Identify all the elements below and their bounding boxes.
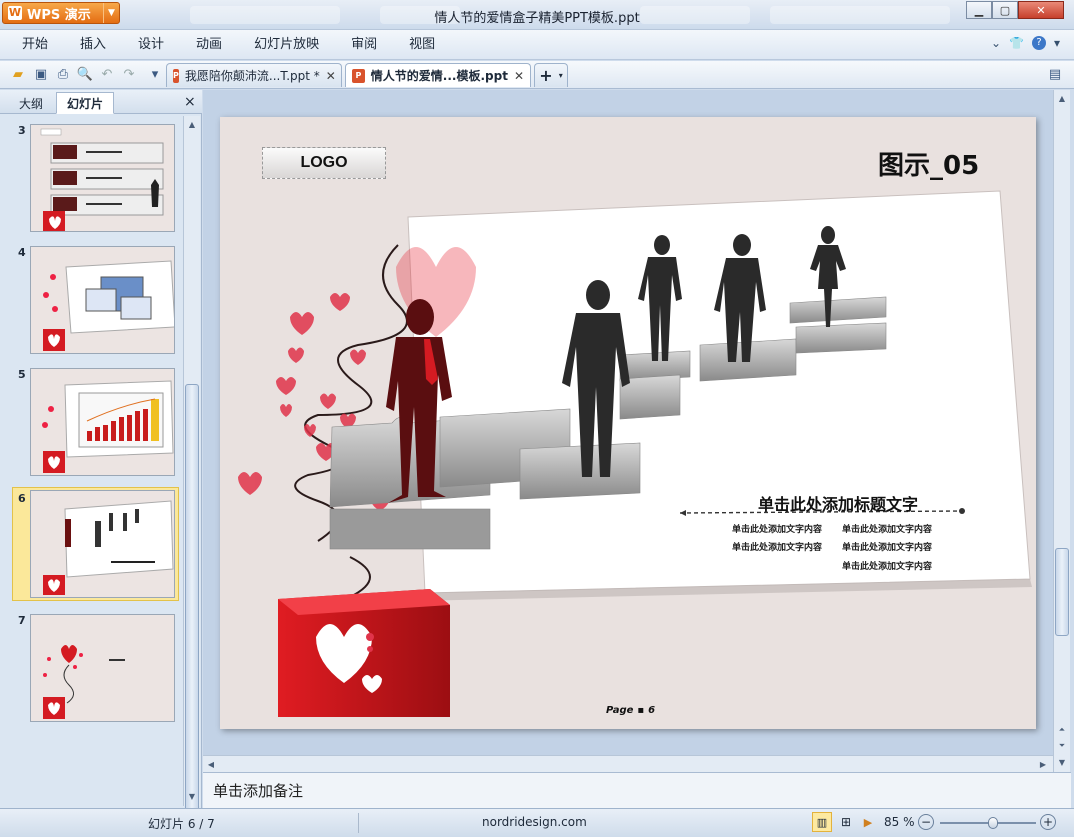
close-icon[interactable]: ✕	[326, 69, 336, 83]
app-name: WPS 演示	[27, 7, 91, 23]
wps-logo-icon: W	[8, 6, 22, 20]
print-icon[interactable]: ⎙	[54, 65, 72, 83]
pane-tabs: 大纲 幻灯片 ×	[0, 90, 202, 114]
theme-name: nordridesign.com	[482, 815, 587, 829]
zoom-level: 85 %	[884, 815, 915, 829]
plus-icon: +	[539, 66, 553, 85]
background-window-tab	[380, 6, 460, 24]
zoom-slider-thumb[interactable]	[987, 817, 998, 829]
chevron-down-icon[interactable]: ▾	[1054, 36, 1060, 50]
notes-input[interactable]: 单击添加备注	[203, 772, 1071, 808]
slide-thumbnail-4[interactable]	[30, 246, 175, 354]
new-tab-button[interactable]: + ▾	[534, 63, 568, 87]
open-folder-icon[interactable]: ▰	[9, 65, 27, 83]
ppt-file-icon: P	[352, 68, 365, 83]
maximize-button[interactable]: ▢	[992, 1, 1018, 19]
close-icon[interactable]: ✕	[514, 69, 524, 83]
slide-counter: 幻灯片 6 / 7	[148, 817, 215, 831]
slide-title[interactable]: 图示_05	[878, 145, 979, 182]
background-window-tab	[190, 6, 340, 24]
doc-tab-1[interactable]: P 我愿陪你颠沛流...T.ppt * ✕	[166, 63, 342, 87]
menu-animation[interactable]: 动画	[180, 30, 238, 60]
skin-icon[interactable]: 👕	[1009, 36, 1024, 50]
prev-slide-icon[interactable]: ⏶	[1054, 722, 1070, 738]
scrollbar-thumb[interactable]	[1055, 548, 1069, 636]
scroll-up-icon[interactable]: ▲	[184, 116, 200, 132]
normal-view-icon[interactable]: ▥	[812, 812, 832, 832]
undo-icon[interactable]: ↶	[98, 65, 116, 83]
menu-review[interactable]: 审阅	[335, 30, 393, 60]
caption-text[interactable]: 单击此处添加文字内容	[842, 540, 932, 553]
scroll-right-icon[interactable]: ▶	[1035, 756, 1051, 772]
help-icon[interactable]: ?	[1031, 36, 1046, 50]
scroll-down-icon[interactable]: ▼	[184, 788, 200, 804]
background-window-tab	[640, 6, 750, 24]
scroll-left-icon[interactable]: ◀	[203, 756, 219, 772]
bullet-icon: ▪	[637, 705, 645, 716]
title-bar: W WPS 演示 ▼ 情人节的爱情盒子精美PPT模板.ppt ▁ ▢ ✕	[0, 0, 1074, 30]
page-num: 6	[648, 705, 656, 716]
scrollbar-thumb[interactable]	[185, 384, 199, 814]
slide-thumbnail-3[interactable]	[30, 124, 175, 232]
slide-artwork	[238, 190, 1032, 717]
next-slide-icon[interactable]: ⏷	[1054, 738, 1070, 754]
thumbnail-number: 6	[18, 492, 26, 505]
thumbnail-number: 7	[18, 614, 26, 627]
close-button[interactable]: ✕	[1018, 1, 1064, 19]
ppt-file-icon: P	[173, 68, 179, 83]
divider	[358, 813, 359, 833]
thumbnail-scrollbar[interactable]: ▲ ▼	[183, 116, 200, 814]
menu-slideshow[interactable]: 幻灯片放映	[238, 30, 335, 60]
menu-home[interactable]: 开始	[6, 30, 64, 60]
zoom-out-icon[interactable]: −	[918, 814, 934, 830]
slideshow-icon[interactable]: ▶	[858, 812, 878, 832]
quick-toolbar: ▰ ▣ ⎙ 🔍 ↶ ↷ ▾ P 我愿陪你颠沛流...T.ppt * ✕ P 情人…	[0, 61, 1074, 89]
tab-outline[interactable]: 大纲	[8, 92, 54, 114]
chevron-down-icon[interactable]: ⌄	[991, 36, 1001, 50]
page-number: Page ▪ 6	[606, 705, 655, 716]
print-preview-icon[interactable]: 🔍	[76, 65, 94, 83]
doc-tab-2[interactable]: P 情人节的爱情...模板.ppt ✕	[345, 63, 531, 87]
scroll-up-icon[interactable]: ▲	[1054, 90, 1070, 106]
caption-text[interactable]: 单击此处添加文字内容	[732, 540, 822, 553]
chevron-down-icon[interactable]: ▼	[103, 3, 119, 23]
slide-thumbnail-6[interactable]	[30, 490, 175, 598]
caption-text[interactable]: 单击此处添加文字内容	[732, 522, 822, 535]
horizontal-scrollbar[interactable]: ◀ ▶	[203, 755, 1053, 772]
menu-insert[interactable]: 插入	[64, 30, 122, 60]
menu-view[interactable]: 视图	[393, 30, 451, 60]
doc-tab-label: 情人节的爱情...模板.ppt	[370, 69, 508, 83]
zoom-in-icon[interactable]: +	[1040, 814, 1056, 830]
tab-list-icon[interactable]: ▤	[1046, 65, 1064, 83]
slide-thumbnail-5[interactable]	[30, 368, 175, 476]
caption-title[interactable]: 单击此处添加标题文字	[758, 491, 918, 515]
status-bar: 幻灯片 6 / 7 nordridesign.com ▥ ⊞ ▶ 85 % − …	[0, 808, 1074, 837]
slide-canvas[interactable]: LOGO 图示_05 单击此处添加标题文字 单击此处添加文字内容 单击此处添加文…	[220, 117, 1036, 729]
thumbnail-number: 5	[18, 368, 26, 381]
customize-toolbar-icon[interactable]: ▾	[146, 65, 164, 83]
redo-icon[interactable]: ↷	[120, 65, 138, 83]
caption-text[interactable]: 单击此处添加文字内容	[842, 522, 932, 535]
thumbnail-number: 4	[18, 246, 26, 259]
zoom-slider[interactable]	[940, 817, 1036, 829]
close-pane-icon[interactable]: ×	[184, 94, 196, 110]
save-icon[interactable]: ▣	[32, 65, 50, 83]
thumbnail-number: 3	[18, 124, 26, 137]
tab-slides[interactable]: 幻灯片	[56, 92, 115, 114]
slide-scrollbar[interactable]: ▲ ⏶ ⏷ ▼	[1053, 90, 1070, 772]
slide-thumbnail-7[interactable]	[30, 614, 175, 722]
slide-sorter-icon[interactable]: ⊞	[836, 812, 856, 832]
caption-text[interactable]: 单击此处添加文字内容	[842, 559, 932, 572]
slides-pane: 大纲 幻灯片 × 3 4 5 6 7 ▲ ▼	[0, 90, 202, 814]
menu-design[interactable]: 设计	[122, 30, 180, 60]
wps-app-button[interactable]: W WPS 演示 ▼	[2, 2, 120, 24]
background-window-tab	[770, 6, 950, 24]
menu-bar: 开始 插入 设计 动画 幻灯片放映 审阅 视图 ⌄ 👕 ? ▾	[0, 30, 1074, 60]
chevron-down-icon: ▾	[558, 71, 563, 80]
page-label: Page	[606, 705, 634, 716]
doc-tab-label: 我愿陪你颠沛流...T.ppt *	[184, 69, 320, 83]
scroll-down-icon[interactable]: ▼	[1054, 754, 1070, 770]
minimize-button[interactable]: ▁	[966, 1, 992, 19]
logo-placeholder[interactable]: LOGO	[262, 147, 386, 179]
